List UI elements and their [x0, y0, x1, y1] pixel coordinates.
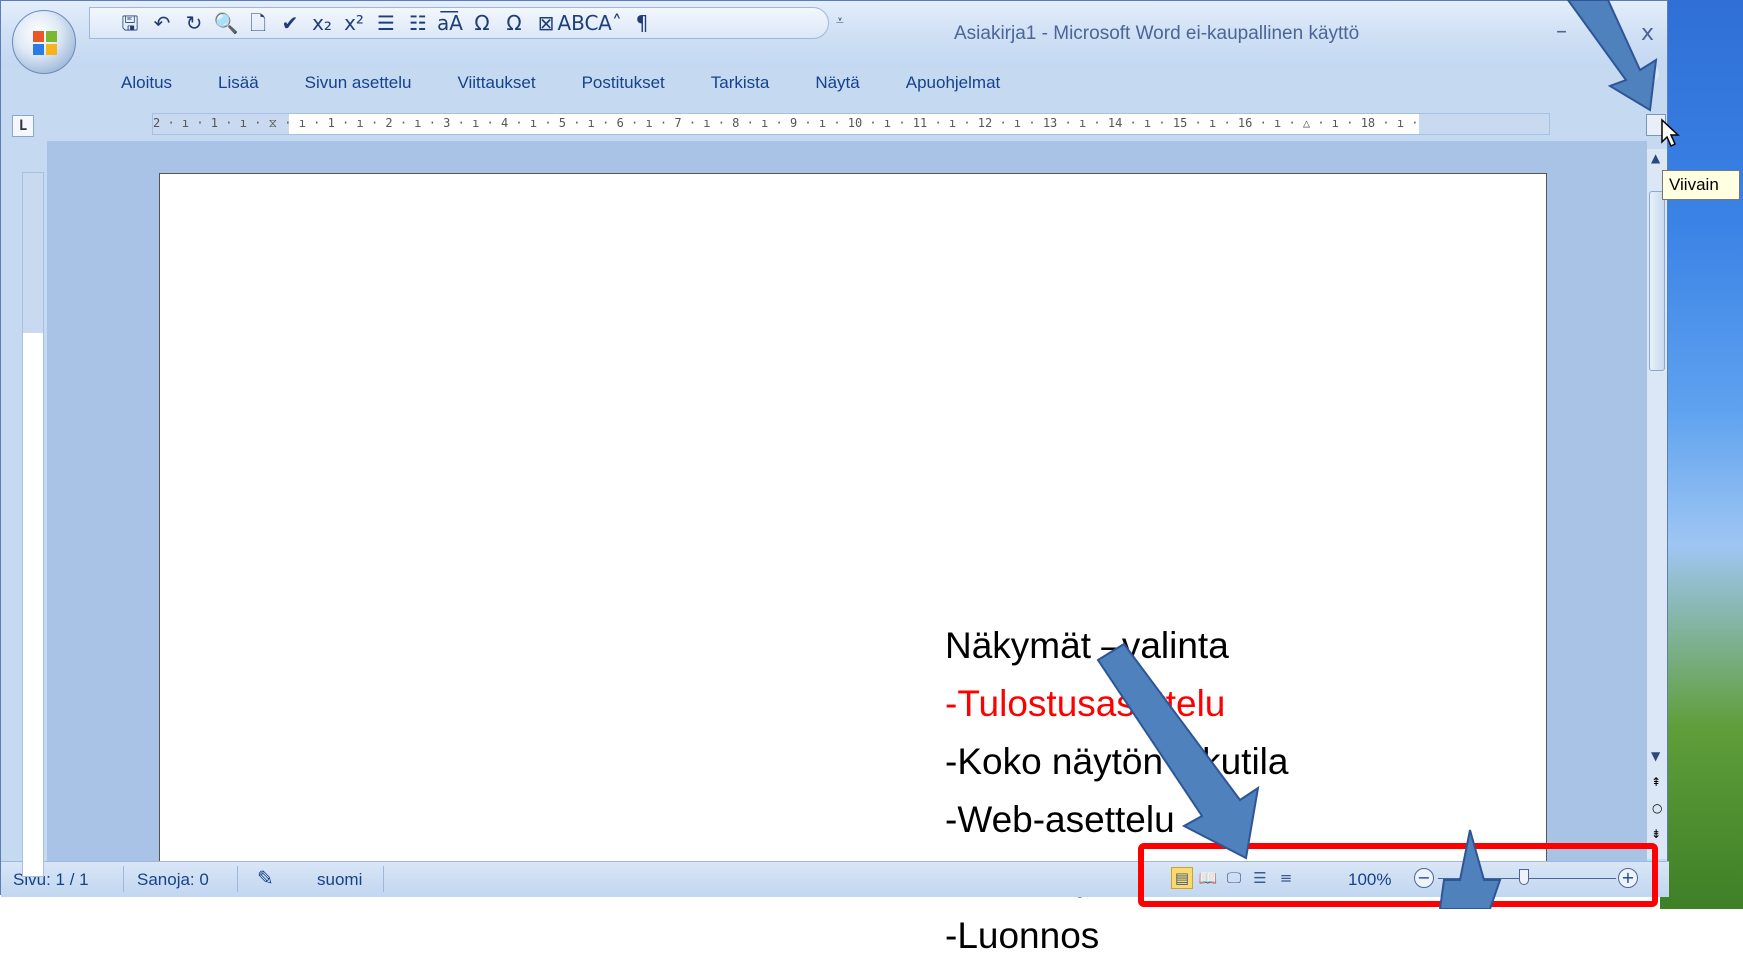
status-separator — [383, 866, 384, 892]
document-line[interactable]: -Luonnos — [945, 907, 1288, 965]
document-line[interactable]: -Web-asettelu — [945, 791, 1288, 849]
help-icon[interactable] — [1641, 65, 1659, 83]
symbol-icon[interactable]: Ω — [468, 10, 496, 36]
language-indicator[interactable]: suomi — [317, 870, 362, 890]
proofing-icon[interactable]: ✎ — [257, 866, 274, 890]
spelling-icon[interactable]: ✔ — [276, 10, 304, 36]
numbering-icon[interactable]: ☷ — [404, 10, 432, 36]
ruler-scale: 2 · ı · 1 · ı · ⧖ · ı · 1 · ı · 2 · ı · … — [153, 116, 1419, 130]
scroll-up-icon[interactable]: ▲ — [1651, 151, 1660, 165]
scroll-thumb[interactable] — [1649, 191, 1665, 371]
customize-toolbar-icon[interactable]: ⩡ — [836, 13, 844, 29]
quick-access-toolbar: 🖫 ↶ ↻ 🔍 🗋 ✔ x₂ x² ☰ ☷ a͞A Ω Ω ⊠ ABC A˄ ¶ — [89, 7, 829, 39]
scroll-down-icon[interactable]: ▼ — [1651, 749, 1660, 763]
title-bar: 🖫 ↶ ↻ 🔍 🗋 ✔ x₂ x² ☰ ☷ a͞A Ω Ω ⊠ ABC A˄ ¶ ⩡ Asiakirja1 - … — [1, 1, 1667, 67]
status-view-highlight — [1138, 843, 1658, 907]
document-page[interactable]: Näkymät –valinta -Tulostusasettelu -Koko n… — [159, 173, 1547, 956]
insert-object-icon[interactable]: ⊠ — [532, 10, 560, 36]
tab-näytä[interactable]: Näytä — [815, 71, 881, 95]
tab-aloitus[interactable]: Aloitus — [121, 71, 194, 95]
ruler-tooltip: Viivain — [1662, 170, 1740, 200]
bullets-icon[interactable]: ☰ — [372, 10, 400, 36]
tab-apuohjelmat[interactable]: Apuohjelmat — [906, 71, 1023, 95]
subscript-icon[interactable]: x₂ — [308, 10, 336, 36]
browse-object-icon[interactable]: ○ — [1652, 801, 1662, 815]
ribbon-tabs: Aloitus Lisää Sivun asettelu Viittaukset Pos… — [121, 71, 1046, 95]
status-separator — [123, 866, 124, 892]
office-logo-icon — [33, 31, 57, 55]
ruler-right-margin — [1419, 114, 1549, 134]
document-line[interactable]: -Koko näytön lukutila — [945, 733, 1288, 791]
tab-lisää[interactable]: Lisää — [218, 71, 281, 95]
tab-sivun-asettelu[interactable]: Sivun asettelu — [305, 71, 434, 95]
next-page-icon[interactable]: ⇟ — [1651, 827, 1661, 841]
document-text[interactable]: Näkymät –valinta -Tulostusasettelu -Koko n… — [945, 617, 1288, 965]
vertical-ruler[interactable] — [22, 172, 44, 877]
new-document-icon[interactable]: 🗋 — [244, 10, 272, 36]
change-case-icon[interactable]: a͞A — [436, 10, 464, 36]
insert-symbol-icon[interactable]: Ω — [500, 10, 528, 36]
superscript-icon[interactable]: x² — [340, 10, 368, 36]
window-title: Asiakirja1 - Microsoft Word ei-kaupallin… — [954, 23, 1360, 44]
undo-icon[interactable]: ↶ — [148, 10, 176, 36]
office-button[interactable] — [12, 10, 76, 74]
horizontal-ruler[interactable]: 2 · ı · 1 · ı · ⧖ · ı · 1 · ı · 2 · ı · … — [152, 113, 1550, 135]
word-count-icon[interactable]: ABC — [558, 10, 599, 36]
minimize-button[interactable]: – — [1556, 19, 1567, 44]
vertical-ruler-top-margin — [23, 173, 43, 333]
show-formatting-icon[interactable]: ¶ — [628, 10, 656, 36]
word-count[interactable]: Sanoja: 0 — [137, 870, 209, 890]
print-preview-icon[interactable]: 🔍 — [212, 10, 240, 36]
mouse-cursor-icon — [1661, 118, 1680, 148]
close-button[interactable]: x — [1641, 21, 1654, 46]
save-icon[interactable]: 🖫 — [116, 10, 144, 36]
grow-font-icon[interactable]: A˄ — [596, 10, 624, 36]
previous-page-icon[interactable]: ⇞ — [1651, 775, 1661, 789]
redo-icon[interactable]: ↻ — [180, 10, 208, 36]
tab-tarkista[interactable]: Tarkista — [711, 71, 792, 95]
status-separator — [237, 866, 238, 892]
document-line[interactable]: -Tulostusasettelu — [945, 675, 1288, 733]
tab-selector[interactable]: L — [12, 115, 34, 137]
tab-viittaukset[interactable]: Viittaukset — [457, 71, 557, 95]
document-line[interactable]: Näkymät –valinta — [945, 617, 1288, 675]
tab-postitukset[interactable]: Postitukset — [582, 71, 687, 95]
